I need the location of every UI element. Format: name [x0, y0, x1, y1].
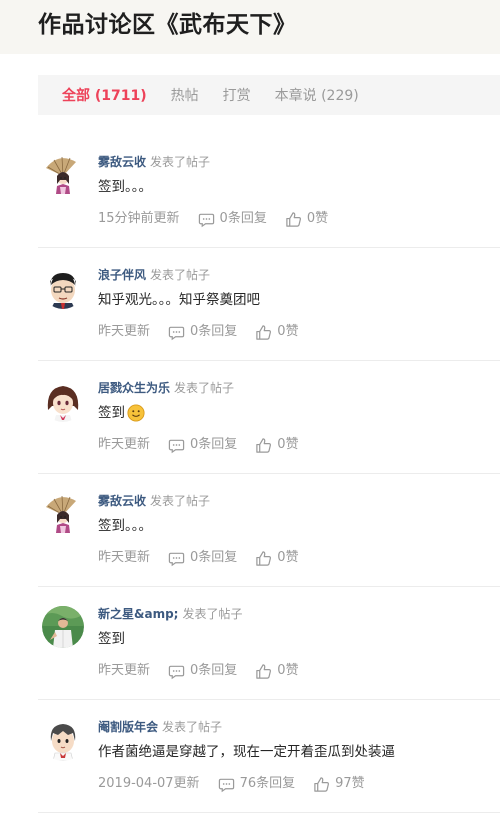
- thumbs-up-icon: [286, 211, 301, 227]
- thumbs-up-icon: [256, 437, 272, 453]
- reply-count: 0条回复: [190, 550, 238, 565]
- tab-reward[interactable]: 打赏: [223, 85, 251, 105]
- post-action-label: 发表了帖子: [174, 381, 235, 395]
- tab-bar: 全部 (1711) 热帖 打赏 本章说 (229): [38, 75, 500, 115]
- tab-hot[interactable]: 热帖: [171, 85, 199, 105]
- post-content[interactable]: 签到: [98, 629, 125, 649]
- post-action-label: 发表了帖子: [150, 268, 211, 282]
- avatar[interactable]: [42, 719, 84, 761]
- post-header: 新之星&amp; 发表了帖子: [98, 606, 242, 622]
- like-count: 0赞: [277, 663, 299, 678]
- post-meta: 15分钟前更新 0条回复 0赞: [98, 210, 346, 228]
- comment-icon: [198, 213, 214, 227]
- smile-emoji-icon: [127, 404, 145, 422]
- reply-button[interactable]: 76条回复: [218, 775, 296, 793]
- post-content[interactable]: 签到。。。: [98, 516, 152, 536]
- post-text: 作者菌绝逼是穿越了，现在一定开着歪瓜到处装逼: [98, 744, 395, 760]
- post-item: 阉割版年会 发表了帖子 作者菌绝逼是穿越了，现在一定开着歪瓜到处装逼 2019-0…: [38, 700, 500, 813]
- like-count: 0赞: [306, 211, 329, 226]
- post-list: 雾敌云收 发表了帖子 签到。。。 15分钟前更新 0条回复 0赞 浪子伴风 发表…: [38, 135, 500, 813]
- post-action-label: 发表了帖子: [182, 607, 243, 621]
- update-time: 2019-04-07更新: [98, 776, 200, 791]
- update-time: 15分钟前更新: [98, 211, 180, 226]
- tab-all[interactable]: 全部 (1711): [62, 85, 147, 105]
- post-meta: 昨天更新 0条回复 0赞: [98, 323, 317, 341]
- comment-icon: [218, 778, 234, 792]
- like-button[interactable]: 0赞: [285, 210, 328, 228]
- post-meta: 2019-04-07更新 76条回复 97赞: [98, 775, 383, 793]
- like-button[interactable]: 0赞: [255, 436, 299, 454]
- like-count: 97赞: [335, 776, 365, 791]
- reply-count: 0条回复: [190, 663, 238, 678]
- post-text: 签到。。。: [98, 179, 152, 195]
- post-text: 知乎观光。。。知乎祭奠团吧: [98, 292, 260, 308]
- reply-count: 0条回复: [219, 211, 267, 226]
- thumbs-up-icon: [314, 776, 330, 792]
- author-name[interactable]: 新之星&amp;: [98, 607, 178, 621]
- page-title: 作品讨论区《武布天下》: [38, 12, 297, 38]
- post-action-label: 发表了帖子: [150, 155, 211, 169]
- post-content[interactable]: 签到。。。: [98, 177, 152, 197]
- comment-icon: [168, 552, 185, 566]
- reply-button[interactable]: 0条回复: [168, 662, 237, 680]
- post-header: 阉割版年会 发表了帖子: [98, 719, 222, 735]
- post-text: 签到: [98, 405, 125, 421]
- update-time: 昨天更新: [98, 663, 151, 678]
- reply-button[interactable]: 0条回复: [168, 549, 237, 567]
- reply-button[interactable]: 0条回复: [198, 210, 267, 228]
- reply-count: 0条回复: [190, 324, 238, 339]
- post-item: 居戮众生为乐 发表了帖子 签到 昨天更新 0条回复 0赞: [38, 361, 500, 474]
- thumbs-up-icon: [256, 663, 272, 679]
- like-button[interactable]: 0赞: [255, 662, 299, 680]
- tab-chapter-comments[interactable]: 本章说 (229): [275, 85, 359, 105]
- update-time: 昨天更新: [98, 324, 151, 339]
- author-name[interactable]: 雾敌云收: [98, 494, 146, 508]
- post-action-label: 发表了帖子: [150, 494, 211, 508]
- author-name[interactable]: 居戮众生为乐: [98, 381, 170, 395]
- like-button[interactable]: 97赞: [313, 775, 365, 793]
- post-item: 雾敌云收 发表了帖子 签到。。。 昨天更新 0条回复 0赞: [38, 474, 500, 587]
- post-text: 签到。。。: [98, 518, 152, 534]
- post-text: 签到: [98, 631, 125, 647]
- reply-count: 0条回复: [190, 437, 238, 452]
- post-header: 浪子伴风 发表了帖子: [98, 267, 210, 283]
- comment-icon: [168, 665, 185, 679]
- avatar[interactable]: [42, 606, 84, 648]
- post-content[interactable]: 作者菌绝逼是穿越了，现在一定开着歪瓜到处装逼: [98, 742, 395, 762]
- like-button[interactable]: 0赞: [255, 323, 299, 341]
- author-name[interactable]: 阉割版年会: [98, 720, 158, 734]
- post-header: 居戮众生为乐 发表了帖子: [98, 380, 234, 396]
- like-button[interactable]: 0赞: [255, 549, 299, 567]
- thumbs-up-icon: [256, 550, 272, 566]
- post-header: 雾敌云收 发表了帖子: [98, 493, 210, 509]
- post-header: 雾敌云收 发表了帖子: [98, 154, 210, 170]
- avatar[interactable]: [42, 380, 84, 422]
- like-count: 0赞: [277, 437, 299, 452]
- reply-button[interactable]: 0条回复: [168, 323, 237, 341]
- post-meta: 昨天更新 0条回复 0赞: [98, 662, 317, 680]
- avatar[interactable]: [42, 154, 84, 196]
- post-meta: 昨天更新 0条回复 0赞: [98, 436, 317, 454]
- comment-icon: [168, 439, 185, 453]
- avatar[interactable]: [42, 267, 84, 309]
- update-time: 昨天更新: [98, 550, 151, 565]
- post-content[interactable]: 签到: [98, 403, 145, 423]
- post-meta: 昨天更新 0条回复 0赞: [98, 549, 317, 567]
- post-content[interactable]: 知乎观光。。。知乎祭奠团吧: [98, 290, 260, 310]
- thumbs-up-icon: [256, 324, 272, 340]
- avatar[interactable]: [42, 493, 84, 535]
- update-time: 昨天更新: [98, 437, 151, 452]
- comment-icon: [168, 326, 185, 340]
- post-item: 新之星&amp; 发表了帖子 签到 昨天更新 0条回复 0赞: [38, 587, 500, 700]
- post-item: 雾敌云收 发表了帖子 签到。。。 15分钟前更新 0条回复 0赞: [38, 135, 500, 248]
- reply-count: 76条回复: [239, 776, 296, 791]
- author-name[interactable]: 浪子伴风: [98, 268, 146, 282]
- post-item: 浪子伴风 发表了帖子 知乎观光。。。知乎祭奠团吧 昨天更新 0条回复 0赞: [38, 248, 500, 361]
- page-header: 作品讨论区《武布天下》: [0, 0, 500, 54]
- like-count: 0赞: [277, 324, 299, 339]
- like-count: 0赞: [277, 550, 299, 565]
- reply-button[interactable]: 0条回复: [168, 436, 237, 454]
- author-name[interactable]: 雾敌云收: [98, 155, 146, 169]
- post-action-label: 发表了帖子: [162, 720, 223, 734]
